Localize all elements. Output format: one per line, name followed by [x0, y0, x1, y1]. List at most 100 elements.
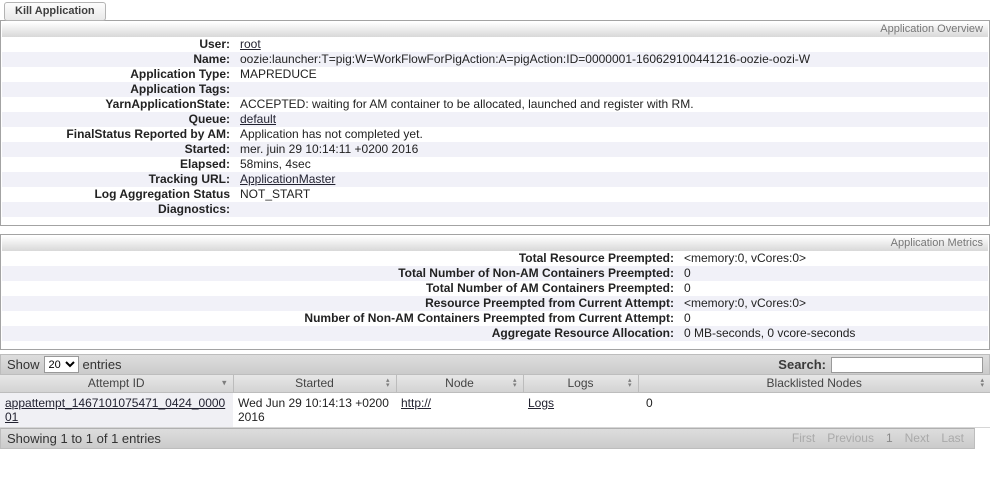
info-value: <memory:0, vCores:0>	[684, 296, 807, 310]
entries-label: entries	[82, 357, 122, 372]
column-label: Node	[445, 376, 474, 391]
attempts-header-row: Attempt ID Started Node Logs	[0, 375, 990, 393]
info-value: <memory:0, vCores:0>	[684, 251, 807, 265]
node-link[interactable]: http://	[401, 396, 431, 410]
info-value	[238, 82, 240, 97]
logs-cell: Logs	[523, 392, 638, 428]
metric-row-resource-preempted-current-attempt: Resource Preempted from Current Attempt:…	[2, 296, 988, 311]
user-link[interactable]: root	[240, 37, 261, 51]
info-row-application-type: Application Type: MAPREDUCE	[2, 67, 988, 82]
info-row-started: Started: mer. juin 29 10:14:11 +0200 201…	[2, 142, 988, 157]
info-row-name: Name: oozie:launcher:T=pig:W=WorkFlowFor…	[2, 52, 988, 67]
info-row-tracking-url: Tracking URL: ApplicationMaster	[2, 172, 988, 187]
started-cell: Wed Jun 29 10:14:13 +0200 2016	[233, 392, 396, 428]
search-label: Search:	[778, 357, 826, 372]
column-header-attempt-id[interactable]: Attempt ID	[0, 375, 234, 393]
info-value: 0	[684, 266, 691, 280]
metric-row-non-am-containers-current-attempt: Number of Non-AM Containers Preempted fr…	[2, 311, 988, 326]
table-footer-bar: Showing 1 to 1 of 1 entries First Previo…	[0, 427, 975, 449]
attempts-table-wrapper: Show 20 entries Search: Attempt ID ▾ Sta…	[0, 354, 990, 449]
column-header-blacklisted-nodes[interactable]: Blacklisted Nodes	[637, 375, 990, 393]
column-label: Started	[295, 376, 334, 391]
attempt-row: appattempt_1467101075471_0424_000001 Wed…	[0, 392, 990, 428]
column-label: Blacklisted Nodes	[766, 376, 862, 391]
metric-row-non-am-containers-preempted: Total Number of Non-AM Containers Preemp…	[2, 266, 988, 281]
pagination-next-button[interactable]: Next	[905, 431, 930, 445]
logs-link[interactable]: Logs	[528, 396, 554, 410]
info-value: oozie:launcher:T=pig:W=WorkFlowForPigAct…	[240, 52, 811, 66]
info-label: Started:	[184, 142, 230, 156]
sort-both-icon	[628, 378, 632, 388]
application-overview-section: Application Overview User: root Name: oo…	[0, 20, 990, 226]
table-length-search-bar: Show 20 entries Search:	[0, 354, 990, 375]
info-row-final-status: FinalStatus Reported by AM: Application …	[2, 127, 988, 142]
attempt-id-cell: appattempt_1467101075471_0424_000001	[0, 392, 233, 428]
node-cell: http://	[396, 392, 523, 428]
info-value: ACCEPTED: waiting for AM container to be…	[240, 97, 694, 111]
attempt-id-link[interactable]: appattempt_1467101075471_0424_000001	[5, 396, 225, 424]
info-label: Diagnostics:	[157, 202, 230, 216]
info-value: default	[238, 112, 276, 127]
info-label: Tracking URL:	[148, 172, 230, 186]
column-label: Logs	[567, 376, 594, 391]
info-label: Application Tags:	[130, 82, 230, 96]
search-input[interactable]	[831, 356, 983, 373]
info-row-diagnostics: Diagnostics:	[2, 202, 988, 217]
pagination-previous-button[interactable]: Previous	[827, 431, 874, 445]
info-value: mer. juin 29 10:14:11 +0200 2016	[240, 142, 419, 156]
info-row-queue: Queue: default	[2, 112, 988, 127]
info-value: MAPREDUCE	[240, 67, 317, 81]
toolbar: Kill Application	[0, 0, 999, 21]
sort-desc-icon	[222, 379, 227, 388]
info-label: Number of Non-AM Containers Preempted fr…	[304, 311, 674, 325]
kill-application-button[interactable]: Kill Application	[4, 2, 106, 21]
yarn-application-page: Kill Application Application Overview Us…	[0, 0, 999, 449]
info-label: Total Resource Preempted:	[518, 251, 674, 265]
table-info-text: Showing 1 to 1 of 1 entries	[7, 430, 161, 446]
pagination-last-button[interactable]: Last	[941, 431, 964, 445]
metric-row-am-containers-preempted: Total Number of AM Containers Preempted:…	[2, 281, 988, 296]
info-value: 0	[684, 311, 691, 325]
info-label: Aggregate Resource Allocation:	[491, 326, 674, 340]
pagination: First Previous 1 Next Last	[792, 431, 968, 445]
application-metrics-section: Application Metrics Total Resource Preem…	[0, 234, 990, 350]
info-value: Application has not completed yet.	[240, 127, 423, 141]
sort-both-icon	[386, 378, 390, 388]
blacklisted-nodes-cell: 0	[638, 392, 990, 428]
info-label: Total Number of Non-AM Containers Preemp…	[398, 266, 674, 280]
application-metrics-header: Application Metrics	[2, 236, 988, 251]
info-label: Log Aggregation Status	[94, 187, 230, 201]
sort-both-icon	[513, 378, 517, 388]
column-header-logs[interactable]: Logs	[522, 375, 639, 393]
info-label: User:	[199, 37, 230, 51]
info-value: 0 MB-seconds, 0 vcore-seconds	[684, 326, 856, 340]
info-row-user: User: root	[2, 37, 988, 52]
pagination-first-button[interactable]: First	[792, 431, 815, 445]
column-header-node[interactable]: Node	[395, 375, 524, 393]
column-header-started[interactable]: Started	[232, 375, 397, 393]
info-value: NOT_START	[240, 187, 311, 201]
tracking-url-link[interactable]: ApplicationMaster	[240, 172, 335, 186]
info-label: Application Type:	[130, 67, 230, 81]
column-label: Attempt ID	[87, 376, 145, 391]
page-size-select[interactable]: 20	[43, 356, 79, 373]
pagination-page-1-button[interactable]: 1	[886, 431, 893, 445]
info-value	[238, 202, 240, 217]
info-label: FinalStatus Reported by AM:	[66, 127, 230, 141]
metric-row-total-resource-preempted: Total Resource Preempted: <memory:0, vCo…	[2, 251, 988, 266]
queue-link[interactable]: default	[240, 112, 276, 126]
show-label: Show	[7, 357, 40, 372]
attempts-table: Attempt ID Started Node Logs	[0, 375, 990, 428]
info-label: YarnApplicationState:	[105, 97, 230, 111]
info-value: 0	[684, 281, 691, 295]
info-label: Elapsed:	[179, 157, 230, 171]
info-label: Total Number of AM Containers Preempted:	[425, 281, 674, 295]
metric-row-aggregate-resource-allocation: Aggregate Resource Allocation: 0 MB-seco…	[2, 326, 988, 341]
info-value: 58mins, 4sec	[240, 157, 311, 171]
info-label: Queue:	[188, 112, 230, 126]
application-overview-header: Application Overview	[2, 22, 988, 37]
info-label: Name:	[193, 52, 230, 66]
info-row-log-aggregation-status: Log Aggregation Status NOT_START	[2, 187, 988, 202]
info-value: ApplicationMaster	[238, 172, 335, 187]
info-row-yarn-application-state: YarnApplicationState: ACCEPTED: waiting …	[2, 97, 988, 112]
